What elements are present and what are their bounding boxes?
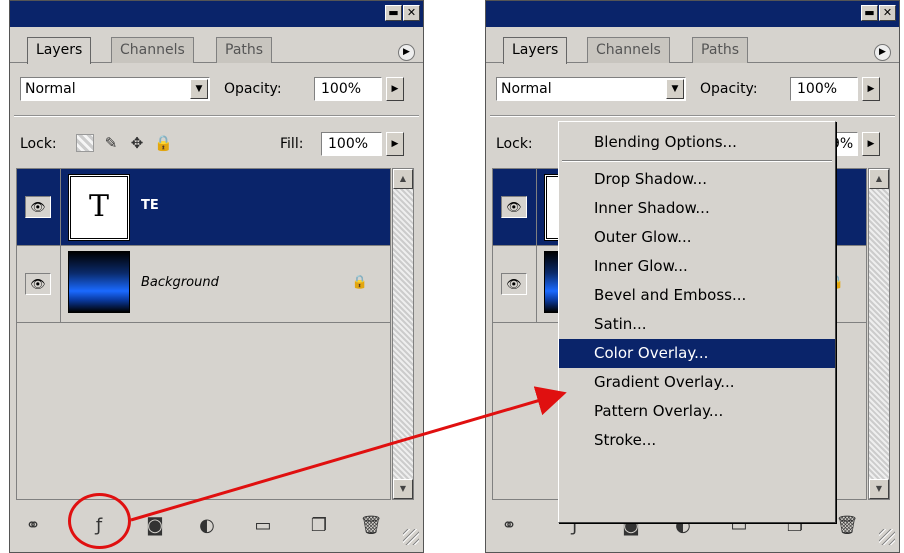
annotation-arrow <box>130 386 567 522</box>
tab-layers[interactable]: Layers <box>27 37 92 64</box>
arrow-line <box>130 386 567 522</box>
tab-layers[interactable]: Layers <box>503 37 568 64</box>
